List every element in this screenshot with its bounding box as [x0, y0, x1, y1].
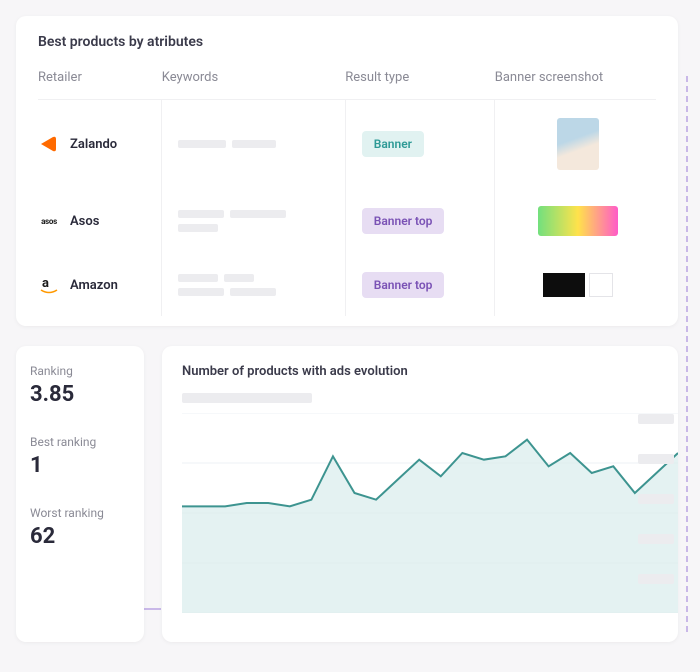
worst-ranking-label: Worst ranking: [30, 506, 130, 520]
amazon-logo-icon: a: [38, 274, 60, 296]
banner-thumbnail: [557, 118, 599, 170]
table-row: a Amazon Banner top: [38, 254, 656, 316]
decorative-dashed-line: [686, 76, 688, 632]
banner-thumbnail: [511, 273, 644, 297]
result-type-badge: Banner top: [362, 272, 445, 298]
chart-card: Number of products with ads evolution: [162, 346, 678, 642]
keywords-skeleton: [178, 210, 332, 232]
best-ranking-label: Best ranking: [30, 435, 130, 449]
table-row: asos Asos Banner top: [38, 188, 656, 254]
retailer-name: Amazon: [70, 278, 118, 293]
keywords-skeleton: [178, 140, 332, 148]
svg-text:a: a: [42, 276, 49, 291]
chart-title: Number of products with ads evolution: [182, 364, 678, 379]
retailer-cell-asos: asos Asos: [38, 210, 149, 232]
result-type-badge: Banner top: [362, 208, 445, 234]
col-result-type: Result type: [345, 62, 495, 100]
ranking-value: 3.85: [30, 382, 130, 407]
retailer-name: Asos: [70, 214, 99, 229]
best-ranking-value: 1: [30, 453, 130, 478]
col-banner-screenshot: Banner screenshot: [495, 62, 656, 100]
zalando-logo-icon: [38, 133, 60, 155]
result-type-badge: Banner: [362, 131, 424, 157]
products-card-title: Best products by atributes: [38, 34, 656, 50]
worst-ranking-value: 62: [30, 524, 130, 549]
table-row: Zalando Banner: [38, 100, 656, 189]
ranking-label: Ranking: [30, 364, 130, 378]
chart-legend-skeleton: [182, 393, 312, 403]
products-card: Best products by atributes Retailer Keyw…: [16, 16, 678, 326]
chart-area: [182, 413, 678, 613]
products-table: Retailer Keywords Result type Banner scr…: [38, 62, 656, 316]
keywords-skeleton: [178, 274, 332, 296]
col-keywords: Keywords: [162, 62, 345, 100]
banner-thumbnail: [538, 206, 618, 236]
rankings-card: Ranking 3.85 Best ranking 1 Worst rankin…: [16, 346, 144, 642]
asos-logo-icon: asos: [38, 210, 60, 232]
retailer-cell-zalando: Zalando: [38, 133, 149, 155]
retailer-name: Zalando: [70, 137, 117, 152]
line-chart-svg: [182, 413, 678, 613]
chart-side-indicators: [638, 414, 674, 584]
retailer-cell-amazon: a Amazon: [38, 274, 149, 296]
col-retailer: Retailer: [38, 62, 162, 100]
